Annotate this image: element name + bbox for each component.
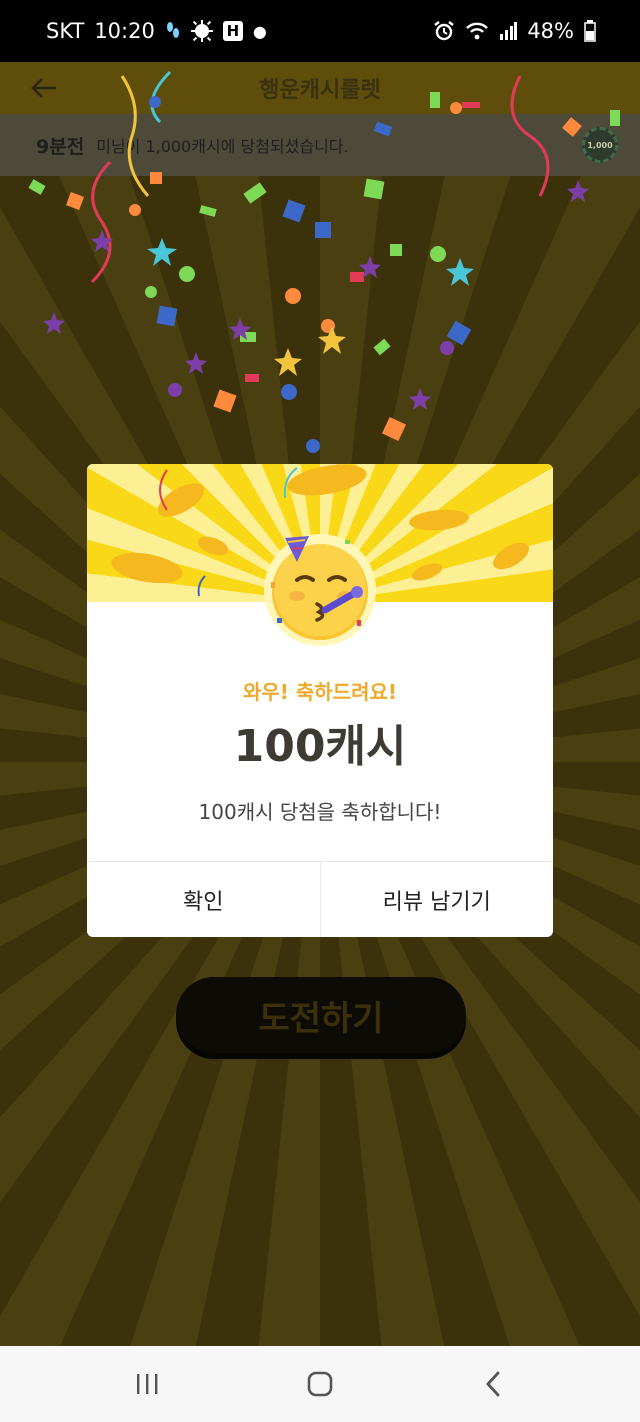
recents-button[interactable]	[117, 1354, 177, 1414]
modal-actions: 확인 리뷰 남기기	[87, 861, 553, 937]
app-header: 행운캐시룰렛	[0, 62, 640, 114]
review-button[interactable]: 리뷰 남기기	[319, 862, 554, 937]
battery-percent: 48%	[527, 19, 574, 43]
settings-icon	[190, 20, 213, 42]
page-title: 행운캐시룰렛	[259, 78, 381, 103]
nav-back-button[interactable]	[463, 1354, 523, 1414]
confirm-button[interactable]: 확인	[87, 862, 320, 937]
wifi-icon	[465, 21, 489, 41]
back-button[interactable]	[26, 70, 62, 106]
system-nav-bar	[0, 1346, 640, 1422]
reward-modal: 와우! 축하드려요! 100캐시 100캐시 당첨을 축하합니다! 확인 리뷰 …	[87, 464, 553, 937]
h-icon: H	[222, 21, 243, 41]
home-icon	[307, 1371, 333, 1397]
alarm-icon	[433, 20, 455, 42]
arrow-left-icon	[31, 78, 56, 98]
status-bar: SKT 10:20 H ● 48%	[0, 0, 640, 62]
carrier-label: SKT	[46, 19, 85, 43]
reward-description: 100캐시 당첨을 축하합니다!	[198, 800, 442, 824]
ticker-message: 미님이 1,000캐시에 당첨되셨습니다.	[96, 137, 349, 156]
signal-icon	[499, 22, 518, 40]
modal-subtitle: 와우! 축하드려요!	[242, 680, 397, 704]
reward-amount: 100캐시	[233, 721, 407, 772]
challenge-button-label: 도전하기	[258, 998, 384, 1039]
back-icon	[486, 1371, 500, 1397]
status-left: SKT 10:20 H ●	[46, 19, 267, 43]
status-right: 48%	[433, 19, 596, 43]
challenge-button[interactable]: 도전하기	[176, 977, 466, 1053]
partying-face-icon	[257, 524, 383, 650]
home-button[interactable]	[290, 1354, 350, 1414]
dot-icon: ●	[252, 21, 267, 41]
ticker-time: 9분전	[36, 135, 85, 158]
recents-icon	[136, 1374, 158, 1394]
cash-badge-icon: 1,000	[582, 127, 618, 163]
battery-icon	[584, 20, 596, 42]
footprints-icon	[165, 21, 181, 41]
clock: 10:20	[94, 19, 155, 43]
winner-ticker: 9분전 미님이 1,000캐시에 당첨되셨습니다. 1,000	[0, 114, 640, 176]
